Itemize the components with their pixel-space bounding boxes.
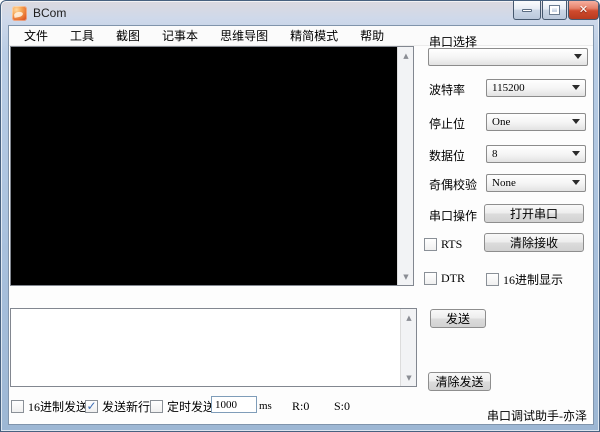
menu-help[interactable]: 帮助 xyxy=(349,26,395,46)
parity-label: 奇偶校验 xyxy=(429,178,478,192)
baud-rate-label: 波特率 xyxy=(429,83,466,97)
chevron-down-icon xyxy=(572,85,580,90)
baud-rate-value: 115200 xyxy=(492,82,525,94)
timed-send-label: 定时发送 xyxy=(167,400,216,414)
close-button[interactable]: ✕ xyxy=(568,1,599,20)
menu-screenshot[interactable]: 截图 xyxy=(105,26,151,46)
window-controls: ✕ xyxy=(513,1,599,20)
client-area: 文件 工具 截图 记事本 思维导图 精简模式 帮助 ▲ ▼ ▲ ▼ 串口选择 波… xyxy=(9,26,593,424)
scroll-up-icon[interactable]: ▲ xyxy=(398,48,414,63)
data-bits-label: 数据位 xyxy=(429,149,466,163)
timed-send-checkbox[interactable] xyxy=(150,400,163,413)
open-port-button[interactable]: 打开串口 xyxy=(484,204,584,223)
chevron-down-icon xyxy=(572,151,580,156)
dtr-label: DTR xyxy=(441,271,465,285)
maximize-button[interactable] xyxy=(542,1,567,20)
parity-dropdown[interactable]: None xyxy=(486,174,586,192)
menubar: 文件 工具 截图 记事本 思维导图 精简模式 帮助 xyxy=(9,26,593,46)
dtr-checkbox-row: DTR xyxy=(424,271,465,286)
dtr-checkbox[interactable] xyxy=(424,272,437,285)
send-scrollbar[interactable]: ▲ ▼ xyxy=(400,309,416,386)
newline-label: 发送新行 xyxy=(102,400,151,414)
hex-send-checkbox[interactable] xyxy=(11,400,24,413)
hex-send-label: 16进制发送 xyxy=(28,400,89,414)
send-textbox[interactable]: ▲ ▼ xyxy=(10,308,417,387)
stop-bits-value: One xyxy=(492,116,511,128)
receive-scrollbar[interactable]: ▲ ▼ xyxy=(397,47,413,285)
chevron-down-icon xyxy=(572,180,580,185)
port-operation-label: 串口操作 xyxy=(429,209,478,223)
menu-simple-mode[interactable]: 精简模式 xyxy=(279,26,349,46)
rts-checkbox-row: RTS xyxy=(424,237,462,252)
chevron-down-icon xyxy=(572,119,580,124)
receive-text[interactable] xyxy=(12,48,396,284)
scroll-down-icon[interactable]: ▼ xyxy=(398,269,414,284)
send-newline-checkbox[interactable]: ✓ xyxy=(85,400,98,413)
menu-file[interactable]: 文件 xyxy=(13,26,59,46)
hex-display-row: 16进制显示 xyxy=(486,271,563,288)
hex-display-checkbox[interactable] xyxy=(486,273,499,286)
data-bits-dropdown[interactable]: 8 xyxy=(486,145,586,163)
close-icon: ✕ xyxy=(578,3,589,16)
window-title: BCom xyxy=(33,6,67,20)
minimize-icon xyxy=(522,8,532,12)
minimize-button[interactable] xyxy=(513,1,541,20)
scroll-up-icon[interactable]: ▲ xyxy=(401,310,417,325)
maximize-icon xyxy=(549,5,560,15)
menu-tools[interactable]: 工具 xyxy=(59,26,105,46)
data-bits-value: 8 xyxy=(492,148,498,160)
hex-send-row: 16进制发送 xyxy=(11,398,88,415)
clear-receive-button[interactable]: 清除接收 xyxy=(484,233,584,252)
hex-display-label: 16进制显示 xyxy=(503,273,564,287)
interval-input[interactable] xyxy=(211,396,257,413)
app-brand-text: 串口调试助手-亦泽 xyxy=(487,409,587,423)
port-select-dropdown[interactable] xyxy=(428,48,588,66)
interval-unit-label: ms xyxy=(259,400,272,412)
baud-rate-dropdown[interactable]: 115200 xyxy=(486,79,586,97)
receive-console[interactable]: ▲ ▼ xyxy=(10,46,414,286)
stop-bits-dropdown[interactable]: One xyxy=(486,113,586,131)
rts-checkbox[interactable] xyxy=(424,238,437,251)
app-window: BCom ✕ 文件 工具 截图 记事本 思维导图 精简模式 帮助 ▲ ▼ ▲ ▼… xyxy=(0,0,600,432)
parity-value: None xyxy=(492,177,516,189)
rx-counter: R:0 xyxy=(292,399,310,413)
rts-label: RTS xyxy=(441,237,463,251)
app-icon xyxy=(12,6,27,21)
send-text[interactable] xyxy=(12,310,399,385)
stop-bits-label: 停止位 xyxy=(429,117,466,131)
titlebar[interactable]: BCom ✕ xyxy=(1,1,599,26)
send-button[interactable]: 发送 xyxy=(430,309,486,328)
menu-notepad[interactable]: 记事本 xyxy=(151,26,209,46)
check-icon: ✓ xyxy=(86,398,97,413)
menu-mindmap[interactable]: 思维导图 xyxy=(209,26,279,46)
tx-counter: S:0 xyxy=(334,399,351,413)
newline-row: ✓ 发送新行 xyxy=(85,398,150,415)
chevron-down-icon xyxy=(574,54,582,59)
scroll-down-icon[interactable]: ▼ xyxy=(401,370,417,385)
clear-send-button[interactable]: 清除发送 xyxy=(428,372,491,391)
timed-send-row: 定时发送 xyxy=(150,398,215,415)
